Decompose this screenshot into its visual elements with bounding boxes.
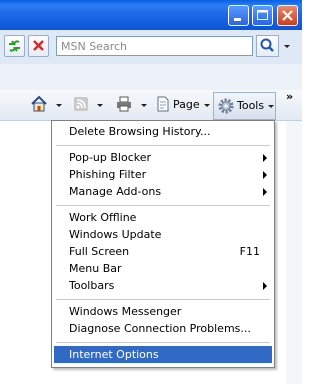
command-bar: Page Tools » xyxy=(0,90,302,121)
toolbar-spacer xyxy=(0,64,302,90)
page-menu-label[interactable]: Page xyxy=(173,98,200,111)
menu-item-work-offline[interactable]: Work Offline xyxy=(54,209,272,226)
submenu-arrow-icon xyxy=(263,154,267,162)
stop-button[interactable] xyxy=(28,35,49,57)
maximize-button[interactable] xyxy=(252,5,273,26)
menu-separator xyxy=(56,145,270,146)
search-input[interactable]: MSN Search xyxy=(56,36,253,56)
window-title-bar xyxy=(0,0,302,30)
menu-item-diagnose-connection[interactable]: Diagnose Connection Problems... xyxy=(54,320,272,337)
menu-item-label: Diagnose Connection Problems... xyxy=(69,322,251,335)
submenu-arrow-icon xyxy=(263,188,267,196)
tools-menu-label: Tools xyxy=(237,99,265,112)
menu-item-label: Windows Update xyxy=(69,228,162,241)
page-scrollbar[interactable] xyxy=(286,121,302,384)
submenu-arrow-icon xyxy=(263,171,267,179)
menu-item-label: Delete Browsing History... xyxy=(69,125,211,138)
menu-item-delete-browsing-history[interactable]: Delete Browsing History... xyxy=(54,123,272,140)
refresh-button[interactable] xyxy=(4,35,25,57)
search-button[interactable] xyxy=(256,35,279,57)
magnifier-icon xyxy=(260,38,274,52)
menu-item-label: Windows Messenger xyxy=(69,305,182,318)
minimize-icon xyxy=(234,18,241,21)
home-icon[interactable] xyxy=(30,95,48,113)
menu-item-manage-addons[interactable]: Manage Add-ons xyxy=(54,183,272,200)
menu-separator xyxy=(56,342,270,343)
close-icon xyxy=(282,10,293,21)
printer-icon[interactable] xyxy=(115,95,133,113)
shortcut-label: F11 xyxy=(239,245,260,258)
menu-item-label: Full Screen xyxy=(69,245,130,258)
refresh-icon xyxy=(9,40,20,52)
menu-item-windows-messenger[interactable]: Windows Messenger xyxy=(54,303,272,320)
tools-dropdown-arrow xyxy=(268,105,274,108)
rss-feed-icon[interactable] xyxy=(72,95,90,113)
menu-item-toolbars[interactable]: Toolbars xyxy=(54,277,272,294)
gear-icon xyxy=(218,98,234,114)
menu-item-full-screen[interactable]: Full Screen F11 xyxy=(54,243,272,260)
menu-item-label: Pop-up Blocker xyxy=(69,151,152,164)
submenu-arrow-icon xyxy=(263,282,267,290)
tools-menu-button[interactable]: Tools xyxy=(213,92,276,120)
home-dropdown-arrow[interactable] xyxy=(56,104,62,107)
page-dropdown-arrow[interactable] xyxy=(204,104,210,107)
menu-item-popup-blocker[interactable]: Pop-up Blocker xyxy=(54,149,272,166)
stop-icon xyxy=(33,40,44,51)
search-options-arrow[interactable] xyxy=(284,45,290,48)
menu-item-label: Phishing Filter xyxy=(69,168,147,181)
menu-item-windows-update[interactable]: Windows Update xyxy=(54,226,272,243)
menu-item-menu-bar[interactable]: Menu Bar xyxy=(54,260,272,277)
menu-item-label: Manage Add-ons xyxy=(69,185,162,198)
minimize-button[interactable] xyxy=(228,5,249,26)
address-bar-row: MSN Search xyxy=(0,30,302,65)
close-window-button[interactable] xyxy=(277,5,298,26)
toolbar-overflow-chevron[interactable]: » xyxy=(286,90,293,103)
menu-item-label: Menu Bar xyxy=(69,262,122,275)
tools-dropdown-menu: Delete Browsing History... Pop-up Blocke… xyxy=(51,120,275,368)
menu-item-internet-options[interactable]: Internet Options xyxy=(54,346,272,363)
page-icon[interactable] xyxy=(154,95,172,113)
menu-item-label: Toolbars xyxy=(69,279,115,292)
menu-item-label: Work Offline xyxy=(69,211,137,224)
feeds-dropdown-arrow[interactable] xyxy=(97,104,103,107)
menu-item-label: Internet Options xyxy=(69,348,159,361)
maximize-icon xyxy=(257,10,268,20)
print-dropdown-arrow[interactable] xyxy=(141,104,147,107)
menu-separator xyxy=(56,205,270,206)
menu-separator xyxy=(56,299,270,300)
menu-item-phishing-filter[interactable]: Phishing Filter xyxy=(54,166,272,183)
